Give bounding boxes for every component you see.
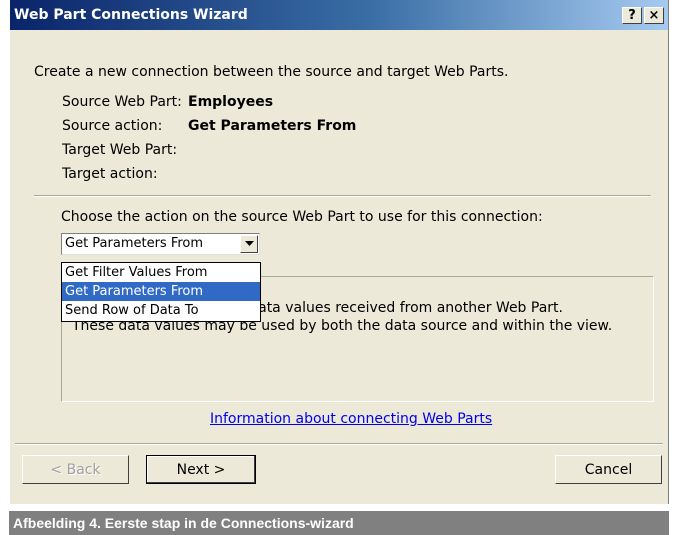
close-button[interactable]: × — [644, 7, 664, 24]
chevron-down-icon — [244, 241, 254, 246]
option-get-parameters-from[interactable]: Get Parameters From — [62, 282, 260, 301]
target-web-part-label: Target Web Part: — [62, 142, 178, 158]
target-action-label: Target action: — [62, 166, 158, 182]
action-dropdown-list[interactable]: Get Filter Values From Get Parameters Fr… — [61, 262, 261, 322]
source-web-part-value: Employees — [188, 94, 274, 110]
title-bar[interactable]: Web Part Connections Wizard ? × — [10, 0, 668, 30]
cancel-button-label: Cancel — [584, 461, 633, 478]
figure-caption: Afbeelding 4. Eerste stap in de Connecti… — [9, 511, 669, 535]
action-select[interactable]: Get Parameters From — [61, 233, 260, 255]
separator-bottom — [15, 443, 663, 445]
help-icon: ? — [628, 8, 636, 23]
cancel-button[interactable]: Cancel — [555, 455, 662, 484]
choose-action-label: Choose the action on the source Web Part… — [61, 209, 543, 225]
source-action-value: Get Parameters From — [188, 118, 357, 134]
next-button[interactable]: Next > — [146, 455, 256, 484]
next-button-label: Next > — [176, 461, 226, 478]
info-link[interactable]: Information about connecting Web Parts — [210, 411, 492, 427]
option-get-filter-values-from[interactable]: Get Filter Values From — [62, 263, 260, 282]
action-select-value: Get Parameters From — [65, 236, 204, 251]
separator-top — [34, 195, 651, 197]
dropdown-arrow-button[interactable] — [240, 235, 258, 253]
close-icon: × — [648, 8, 660, 23]
source-web-part-label: Source Web Part: — [62, 94, 182, 110]
description-line-1: d on data values received from another W… — [214, 300, 563, 316]
intro-text: Create a new connection between the sour… — [34, 64, 509, 80]
back-button[interactable]: < Back — [22, 455, 129, 484]
dialog-title: Web Part Connections Wizard — [14, 7, 248, 23]
source-action-label: Source action: — [62, 118, 163, 134]
option-send-row-of-data-to[interactable]: Send Row of Data To — [62, 301, 260, 320]
back-button-label: < Back — [50, 461, 101, 478]
wizard-dialog: Web Part Connections Wizard ? × Create a… — [9, 0, 669, 504]
help-button[interactable]: ? — [622, 7, 642, 24]
